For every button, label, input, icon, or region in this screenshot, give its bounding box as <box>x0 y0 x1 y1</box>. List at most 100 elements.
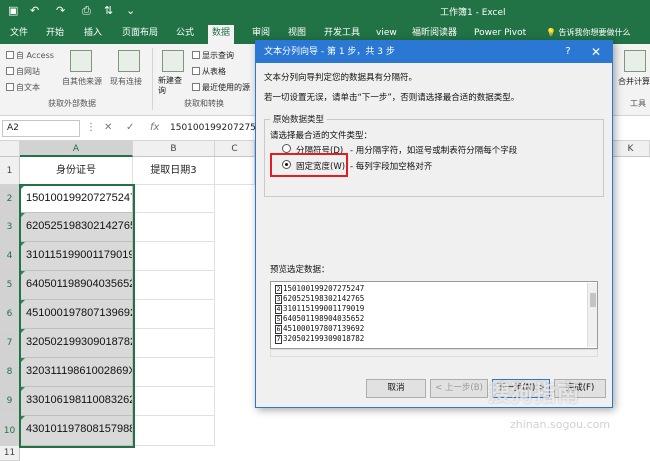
tab-page-layout[interactable]: 页面布局 <box>118 25 162 44</box>
enter-icon[interactable]: ✓ <box>126 122 134 133</box>
close-icon[interactable]: ✕ <box>582 41 610 63</box>
other-sources-icon[interactable] <box>70 50 92 72</box>
row-header[interactable]: 9 <box>0 387 20 416</box>
more-options-icon[interactable]: ⋮ <box>86 122 96 133</box>
back-button[interactable]: < 上一步(B) <box>430 379 488 398</box>
dialog-instruction: 若一切设置无误，请单击“下一步”，否则请选择最合适的数据类型。 <box>264 93 520 103</box>
cell-b1[interactable]: 提取日期3 <box>133 157 215 185</box>
fixed-width-label[interactable]: 固定宽度(W) <box>296 160 345 172</box>
from-web-button[interactable]: 自网站 <box>6 66 40 77</box>
cell-b8[interactable] <box>133 358 215 387</box>
data-type-group-label: 原始数据类型 <box>270 113 328 125</box>
scroll-thumb[interactable] <box>590 293 596 307</box>
cell-value: 451000197807139692 <box>26 307 133 319</box>
cell-b6[interactable] <box>133 300 215 329</box>
sort-icon[interactable]: ⇅ <box>104 4 113 17</box>
cell-value: 150100199207275247 <box>26 192 133 204</box>
name-box[interactable]: A2 <box>2 120 80 137</box>
column-header-c[interactable]: C <box>215 141 255 157</box>
cell-value: 640501198904035652 <box>26 278 133 290</box>
error-indicator-icon <box>20 185 25 190</box>
group-label-tools: 工具 <box>630 99 646 108</box>
insert-function-icon[interactable]: fx <box>150 122 159 133</box>
existing-connections-icon[interactable] <box>118 50 140 72</box>
show-queries-button[interactable]: 显示查询 <box>192 50 234 61</box>
from-table-button[interactable]: 从表格 <box>192 66 226 77</box>
tell-me-box[interactable]: 💡 告诉我你想要做什么 <box>546 27 631 38</box>
new-query-icon[interactable] <box>162 50 184 72</box>
cell-b2[interactable] <box>133 185 215 213</box>
save-icon[interactable]: ▣ <box>8 4 18 17</box>
cell-b9[interactable] <box>133 387 215 416</box>
merge-calc-icon[interactable] <box>624 50 646 72</box>
print-preview-icon[interactable]: ⎙ <box>82 4 91 18</box>
undo-icon[interactable]: ↶ <box>30 4 39 17</box>
help-icon[interactable]: ? <box>558 41 578 63</box>
watermark-url: zhinan.sogou.com <box>510 418 611 431</box>
row-header[interactable]: 1 <box>0 157 20 185</box>
group-separator <box>152 48 153 110</box>
row-header[interactable]: 6 <box>0 300 20 329</box>
cell-b10[interactable] <box>133 416 215 446</box>
cell-a8[interactable]: 32031119861002869X <box>20 358 133 387</box>
cell-b7[interactable] <box>133 329 215 358</box>
cell-a10[interactable]: 430101197808157988 <box>20 416 133 446</box>
column-header-b[interactable]: B <box>133 141 215 157</box>
error-indicator-icon <box>20 416 25 421</box>
select-all-corner[interactable] <box>0 141 20 157</box>
cell-b3[interactable] <box>133 213 215 242</box>
redo-icon[interactable]: ↷ <box>56 4 65 17</box>
preview-row: 7 320502199309018782 <box>275 334 364 344</box>
error-indicator-icon <box>20 300 25 305</box>
cancel-button[interactable]: 取消 <box>366 379 426 398</box>
cell-a5[interactable]: 640501198904035652 <box>20 271 133 300</box>
preview-horizontal-scrollbar[interactable] <box>270 349 598 357</box>
cell-a3[interactable]: 620525198302142765 <box>20 213 133 242</box>
tab-insert[interactable]: 插入 <box>80 25 106 44</box>
row-header[interactable]: 3 <box>0 213 20 242</box>
from-access-label: 自 Access <box>16 51 54 60</box>
cancel-icon[interactable]: ✕ <box>104 122 112 133</box>
cell-c1[interactable] <box>215 157 255 185</box>
customize-icon[interactable]: ⌄ <box>126 4 135 17</box>
row-header[interactable]: 8 <box>0 358 20 387</box>
tab-formulas[interactable]: 公式 <box>172 25 198 44</box>
fixed-width-radio[interactable] <box>282 160 291 169</box>
row-header[interactable]: 2 <box>0 185 20 213</box>
text-to-columns-dialog: 文本分列向导 - 第 1 步，共 3 步 ? ✕ 文本分列向导判定您的数据具有分… <box>255 40 613 408</box>
tab-file[interactable]: 文件 <box>6 25 32 44</box>
from-text-button[interactable]: 自文本 <box>6 82 40 93</box>
merge-calc-label[interactable]: 合并计算 <box>618 76 650 87</box>
data-preview[interactable]: 2 150100199207275247 3 620525198302142765 … <box>270 281 598 349</box>
cell-a9[interactable]: 330106198110083262 <box>20 387 133 416</box>
preview-vertical-scrollbar[interactable] <box>587 283 597 347</box>
cell-b5[interactable] <box>133 271 215 300</box>
cell-a7[interactable]: 320502199309018782 <box>20 329 133 358</box>
cell-b4[interactable] <box>133 242 215 271</box>
web-icon <box>6 67 14 75</box>
cell-a2[interactable]: 150100199207275247 <box>20 185 133 213</box>
other-sources-label[interactable]: 自其他来源 <box>62 76 102 87</box>
tab-home[interactable]: 开始 <box>42 25 68 44</box>
row-header[interactable]: 11 <box>0 446 20 461</box>
column-header-a[interactable]: A <box>20 141 133 157</box>
error-indicator-icon <box>20 242 25 247</box>
row-header[interactable]: 7 <box>0 329 20 358</box>
row-header[interactable]: 4 <box>0 242 20 271</box>
error-indicator-icon <box>20 387 25 392</box>
group-label-transform: 获取和转换 <box>184 99 224 108</box>
recent-sources-button[interactable]: 最近使用的源 <box>192 82 250 93</box>
title-bar: ▣ ↶ ↷ ⎙ ⇅ ⌄ 工作簿1 - Excel <box>0 0 650 22</box>
new-query-label[interactable]: 新建查询 <box>158 76 188 96</box>
existing-connections-label[interactable]: 现有连接 <box>110 76 142 87</box>
cell-a4[interactable]: 310115199001179019 <box>20 242 133 271</box>
formula-input[interactable]: 150100199207275247 <box>170 120 260 137</box>
from-access-button[interactable]: 自 Access <box>6 50 54 61</box>
cell-a1[interactable]: 身份证号 <box>20 157 133 185</box>
tab-data[interactable]: 数据 <box>208 25 235 44</box>
cell-a6[interactable]: 451000197807139692 <box>20 300 133 329</box>
column-header-k[interactable]: K <box>612 141 650 157</box>
delimited-radio[interactable] <box>282 144 291 153</box>
row-header[interactable]: 10 <box>0 416 20 446</box>
row-header[interactable]: 5 <box>0 271 20 300</box>
